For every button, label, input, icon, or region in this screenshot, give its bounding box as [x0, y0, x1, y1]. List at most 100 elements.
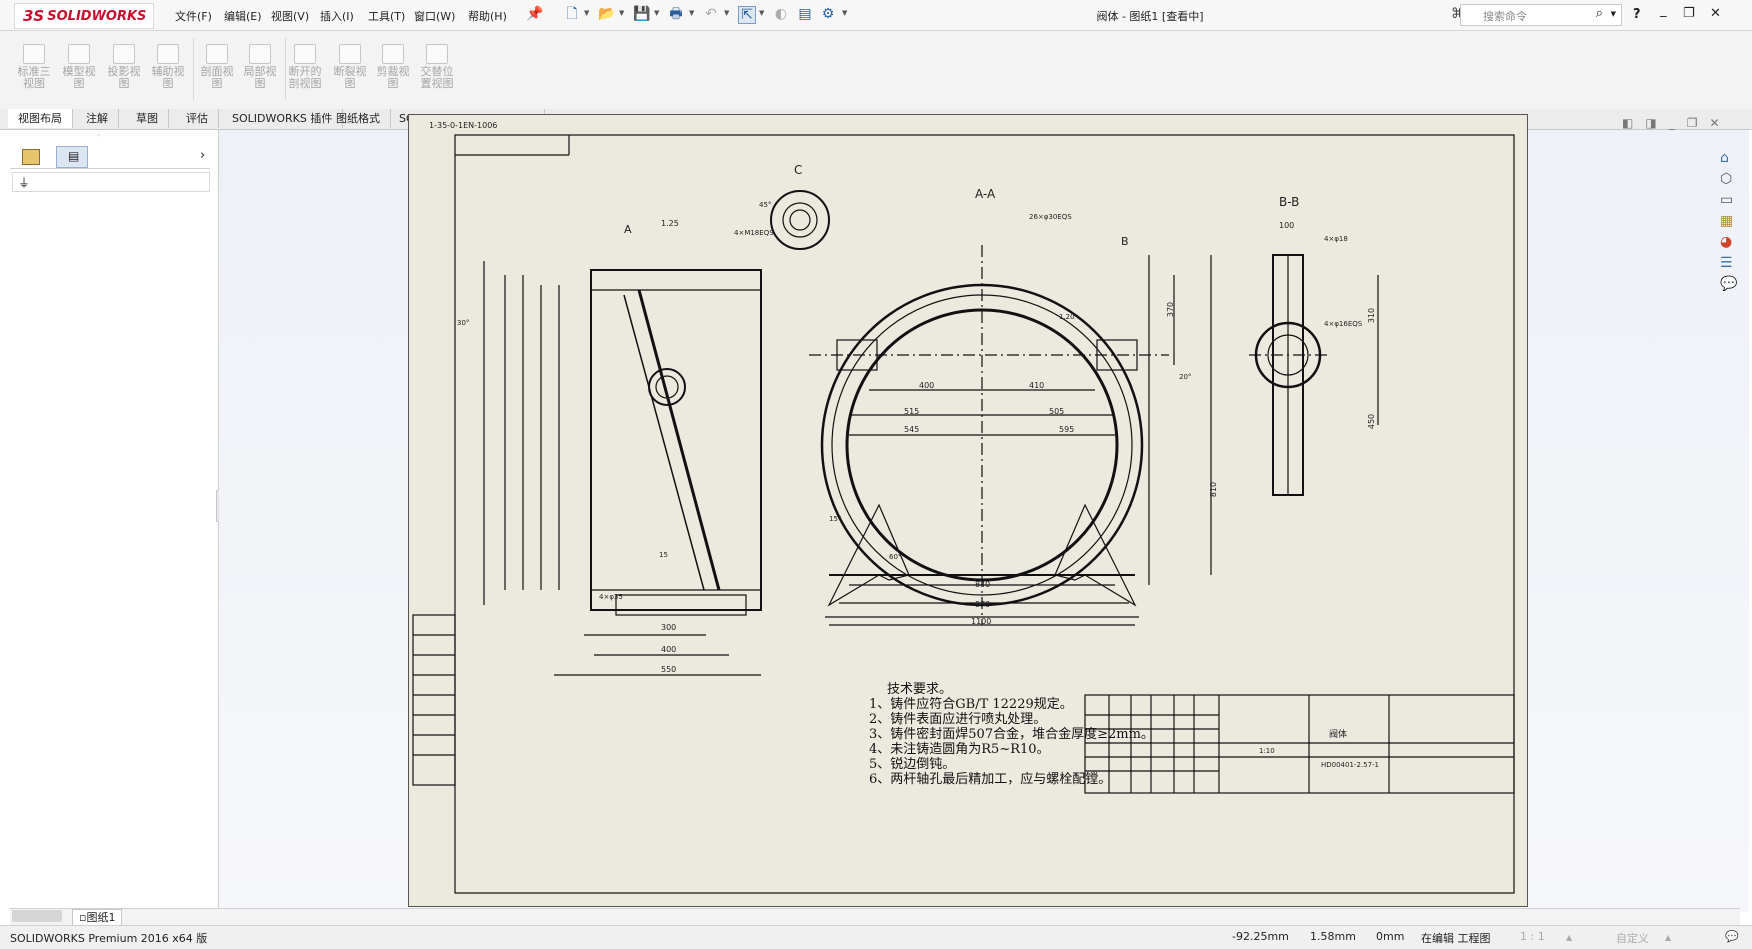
dim-370: 370	[1166, 301, 1176, 318]
menu-file[interactable]: 文件(F)	[175, 8, 212, 24]
angle-60: 60°	[889, 553, 902, 561]
break-view-button[interactable]: 断裂视图	[330, 44, 370, 94]
view-close-icon[interactable]: ✕	[1709, 116, 1731, 130]
button-label: 断开的剖视图	[288, 65, 322, 90]
ribbon-separator	[193, 38, 194, 100]
undo-dropdown-icon[interactable]: ▼	[724, 9, 729, 17]
sheet-tab-1[interactable]: ▫图纸1	[72, 909, 123, 926]
dim-410: 410	[1029, 381, 1045, 390]
section-view-button[interactable]: 剖面视图	[197, 44, 237, 94]
open-dropdown-icon[interactable]: ▼	[619, 9, 624, 17]
filter-icon[interactable]: ⏚	[18, 174, 30, 191]
menu-help[interactable]: 帮助(H)	[468, 8, 507, 24]
auxiliary-view-button[interactable]: 辅助视图	[148, 44, 188, 94]
new-dropdown-icon[interactable]: ▼	[584, 9, 589, 17]
tab-sheet-format[interactable]: 图纸格式	[326, 109, 391, 128]
print-icon[interactable]: 🖶	[668, 6, 684, 22]
home-icon[interactable]: ⌂	[1720, 150, 1738, 171]
save-dropdown-icon[interactable]: ▼	[654, 9, 659, 17]
tab-evaluate[interactable]: 评估	[176, 109, 219, 128]
close-button[interactable]: ✕	[1710, 6, 1721, 21]
view-minimize-icon[interactable]: _	[1669, 116, 1687, 130]
menu-edit[interactable]: 编辑(E)	[224, 8, 262, 24]
search-commands-field[interactable]: 搜索命令 ⌕ ▼	[1460, 4, 1622, 26]
select-cursor-icon[interactable]: ⇱	[738, 6, 756, 24]
dim-1-20: 1.20	[1059, 313, 1075, 321]
options-dropdown-icon[interactable]: ▼	[842, 9, 847, 17]
tab-sketch[interactable]: 草图	[126, 109, 169, 128]
new-document-icon[interactable]: 🗋	[564, 6, 580, 22]
button-label: 断裂视图	[333, 65, 367, 90]
menu-window[interactable]: 窗口(W)	[414, 8, 455, 24]
feature-tree-icon[interactable]	[22, 149, 40, 165]
dim-4x35: 4×φ35	[599, 593, 623, 601]
tile-right-icon[interactable]: ◨	[1645, 116, 1668, 130]
detail-view-button[interactable]: 局部视图	[240, 44, 280, 94]
sheet-tab-label: 图纸1	[86, 911, 116, 924]
panel-grip-icon[interactable]: ◦	[96, 131, 101, 140]
pin-icon[interactable]: 📌	[526, 6, 543, 22]
button-label: 剪裁视图	[376, 65, 410, 90]
save-icon[interactable]: 💾	[633, 6, 650, 22]
scale-dropdown-icon[interactable]: ▲	[1566, 933, 1572, 942]
view-palette-icon[interactable]: ▦	[1720, 213, 1738, 234]
custom-properties-icon[interactable]: ☰	[1720, 255, 1738, 276]
tab-view-layout[interactable]: 视图布局	[8, 109, 73, 128]
file-properties-icon[interactable]: ▤	[797, 6, 813, 22]
dim-4xm18: 4×M18EQS	[734, 229, 774, 237]
menu-tools[interactable]: 工具(T)	[368, 8, 405, 24]
print-dropdown-icon[interactable]: ▼	[689, 9, 694, 17]
rebuild-icon[interactable]: ◐	[773, 6, 789, 22]
units-dropdown-icon[interactable]: ▲	[1665, 933, 1671, 942]
section-view-icon	[206, 44, 228, 64]
appearances-icon[interactable]: ◕	[1720, 234, 1738, 255]
view-window-controls: ◧◨_❐✕	[1622, 116, 1732, 130]
alternate-position-view-button[interactable]: 交替位置视图	[417, 44, 457, 94]
edit-mode: 在编辑 工程图	[1421, 932, 1491, 945]
angle-15: 15°	[829, 515, 842, 523]
standard-3-view-button[interactable]: 标准三视图	[14, 44, 54, 94]
projected-view-button[interactable]: 投影视图	[104, 44, 144, 94]
design-library-icon[interactable]: ⬡	[1720, 171, 1738, 192]
menu-insert[interactable]: 插入(I)	[320, 8, 354, 24]
help-icon[interactable]: ?	[1633, 7, 1641, 22]
notification-icon[interactable]: 💬	[1725, 930, 1739, 943]
title-block-part-name: 阀体	[1329, 730, 1348, 740]
open-folder-icon[interactable]: 📂	[598, 6, 615, 22]
angle-45: 45°	[759, 201, 772, 209]
restore-button[interactable]: ❐	[1683, 6, 1695, 21]
standard-views-icon	[23, 44, 45, 64]
dim-1100: 1100	[971, 617, 992, 626]
minimize-button[interactable]: _	[1660, 3, 1667, 18]
task-pane-tabs: ⌂ ⬡ ▭ ▦ ◕ ☰ 💬	[1720, 150, 1738, 297]
broken-out-section-icon	[294, 44, 316, 64]
button-label: 辅助视图	[151, 65, 185, 90]
drawing-sheet[interactable]: 1-35-0-1EN-1006 C A-A B-B A B 300 400 55…	[408, 114, 1528, 907]
forum-icon[interactable]: 💬	[1720, 276, 1738, 297]
options-gear-icon[interactable]: ⚙	[820, 6, 836, 22]
tab-annotation[interactable]: 注解	[76, 109, 119, 128]
section-marker-a: A	[624, 223, 632, 236]
projected-view-icon	[113, 44, 135, 64]
tile-left-icon[interactable]: ◧	[1622, 116, 1645, 130]
select-dropdown-icon[interactable]: ▼	[759, 9, 764, 17]
unit-system[interactable]: 自定义	[1616, 930, 1649, 946]
file-explorer-icon[interactable]: ▭	[1720, 192, 1738, 213]
sheet-nav-buttons[interactable]	[12, 910, 62, 922]
sheet-scale[interactable]: 1 : 1	[1520, 930, 1545, 943]
search-icon[interactable]: ⌕	[1596, 6, 1603, 21]
chevron-right-icon[interactable]: ›	[200, 148, 205, 163]
break-view-icon	[339, 44, 361, 64]
view-restore-icon[interactable]: ❐	[1687, 116, 1710, 130]
menu-view[interactable]: 视图(V)	[271, 8, 309, 24]
view-b-b-label: B-B	[1279, 195, 1300, 209]
crop-view-button[interactable]: 剪裁视图	[373, 44, 413, 94]
model-view-button[interactable]: 模型视图	[59, 44, 99, 94]
undo-icon[interactable]: ↶	[703, 6, 719, 22]
solidworks-logo[interactable]: 3S SOLIDWORKS	[14, 3, 154, 29]
broken-out-section-button[interactable]: 断开的剖视图	[285, 44, 325, 94]
drawing-canvas	[412, 134, 1515, 894]
dim-1-25: 1.25	[661, 219, 679, 228]
angle-20: 20°	[1179, 373, 1192, 381]
search-dropdown-icon[interactable]: ▼	[1611, 10, 1616, 18]
